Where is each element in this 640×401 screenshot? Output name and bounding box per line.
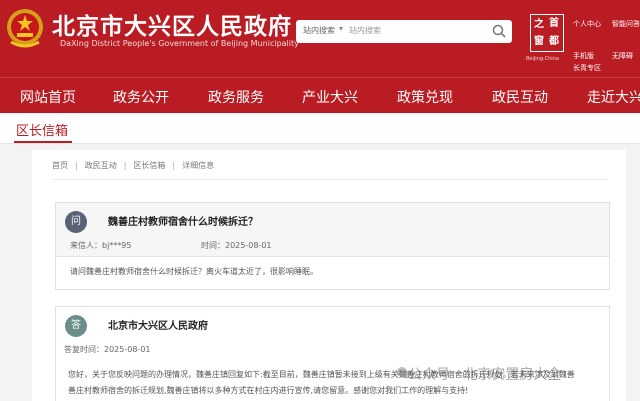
mobile-version-link[interactable]: 手机版 bbox=[573, 51, 594, 61]
breadcrumb-separator: | bbox=[123, 161, 127, 170]
breadcrumb-separator: | bbox=[75, 161, 78, 170]
sender-value: bj***95 bbox=[102, 241, 132, 250]
nav-item-interaction[interactable]: 政民互动 bbox=[492, 87, 548, 107]
site-subtitle: DaXing District People's Government of B… bbox=[60, 39, 299, 48]
answer-badge: 答 bbox=[65, 315, 87, 337]
question-card: 问 魏善庄村教师宿舍什么时候拆迁？ 来信人：bj***95 时间：2025-08… bbox=[55, 202, 610, 290]
site-title[interactable]: 北京市大兴区人民政府 bbox=[52, 7, 292, 41]
logo-char: 窗 bbox=[534, 36, 544, 47]
breadcrumb-interaction[interactable]: 政民互动 bbox=[85, 161, 117, 170]
sender-label: 来信人： bbox=[70, 241, 102, 250]
breadcrumb-current: 详细信息 bbox=[182, 161, 215, 170]
nav-item-gov-services[interactable]: 政务服务 bbox=[208, 87, 264, 107]
answer-time-meta: 答复时间：2025-08-01 bbox=[64, 344, 151, 355]
search-box[interactable]: 站内搜索 ▾ 站内搜索 bbox=[296, 20, 512, 43]
main-nav: 网站首页 政务公开 政务服务 产业大兴 政策兑现 政民互动 走近大兴 bbox=[0, 77, 640, 113]
nav-item-gov-affairs[interactable]: 政务公开 bbox=[113, 87, 169, 107]
logo-caption: Beijing·China bbox=[526, 56, 559, 62]
answer-title: 北京市大兴区人民政府 bbox=[108, 321, 208, 332]
search-icon[interactable] bbox=[491, 23, 507, 39]
logo-char: 之 bbox=[534, 19, 544, 30]
breadcrumb-home[interactable]: 首页 bbox=[52, 161, 68, 170]
question-card-header: 问 魏善庄村教师宿舍什么时候拆迁？ 来信人：bj***95 时间：2025-08… bbox=[56, 203, 609, 257]
search-input[interactable]: 站内搜索 bbox=[349, 25, 381, 36]
nav-item-home[interactable]: 网站首页 bbox=[20, 87, 76, 107]
answer-time-label: 答复时间： bbox=[64, 345, 104, 354]
search-scope-select[interactable]: 站内搜索 bbox=[303, 25, 335, 36]
section-title: 区长信箱 bbox=[16, 124, 69, 139]
breadcrumb-mailbox[interactable]: 区长信箱 bbox=[133, 161, 165, 170]
chevron-down-icon[interactable]: ▾ bbox=[339, 24, 343, 33]
beijing-logo[interactable]: 之 首 窗 都 bbox=[530, 14, 564, 52]
site-header: 北京市大兴区人民政府 DaXing District People's Gove… bbox=[0, 0, 640, 77]
section-underline bbox=[14, 141, 72, 143]
divider bbox=[52, 179, 608, 180]
sender-meta: 来信人：bj***95 bbox=[70, 240, 131, 251]
question-content: 请问魏善庄村教师宿舍什么时候拆迁？离火车道太近了，很影响睡眠。 bbox=[70, 267, 318, 276]
personal-center-link[interactable]: 个人中心 bbox=[573, 19, 601, 29]
nav-item-policy[interactable]: 政策兑现 bbox=[397, 87, 453, 107]
section-bar: 区长信箱 bbox=[0, 114, 640, 144]
nav-item-industry[interactable]: 产业大兴 bbox=[302, 87, 358, 107]
breadcrumb-separator: | bbox=[172, 161, 176, 170]
answer-time-value: 2025-08-01 bbox=[104, 345, 151, 354]
breadcrumb: 首页 | 政民互动 | 区长信箱 | 详细信息 bbox=[52, 160, 214, 171]
answer-card-header: 答 北京市大兴区人民政府 答复时间：2025-08-01 bbox=[56, 307, 609, 361]
smart-qa-link[interactable]: 智能问答 bbox=[612, 19, 640, 29]
question-time-meta: 时间：2025-08-01 bbox=[201, 240, 272, 251]
elder-zone-link[interactable]: 长青专区 bbox=[573, 63, 601, 73]
logo-char: 首 bbox=[549, 18, 559, 29]
answer-card: 答 北京市大兴区人民政府 答复时间：2025-08-01 您好，关于您反映问题的… bbox=[55, 306, 610, 401]
time-value: 2025-08-01 bbox=[225, 241, 272, 250]
question-title: 魏善庄村教师宿舍什么时候拆迁？ bbox=[108, 217, 258, 228]
time-label: 时间： bbox=[201, 241, 225, 250]
question-badge: 问 bbox=[65, 211, 87, 233]
national-emblem-icon[interactable] bbox=[5, 6, 45, 50]
nav-item-daxing[interactable]: 走近大兴 bbox=[587, 87, 640, 107]
logo-char: 都 bbox=[549, 36, 559, 47]
watermark: 公众号 · 北京安置房大全 bbox=[408, 367, 562, 383]
answer-content-line2: 善庄村教师宿舍的拆迁规划,魏善庄镇将以多种方式在村庄内进行宣传,请您留意。感谢您… bbox=[68, 386, 469, 395]
accessibility-link[interactable]: 无障碍 bbox=[612, 51, 633, 61]
